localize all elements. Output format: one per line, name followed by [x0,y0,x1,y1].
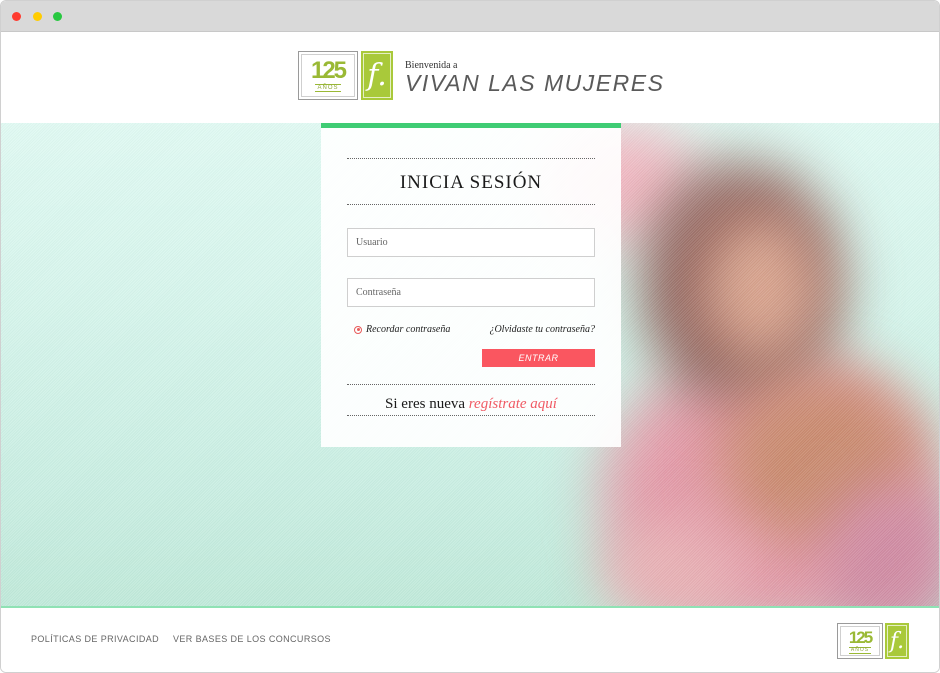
window-maximize-icon[interactable] [53,12,62,21]
login-title: INICIA SESIÓN [399,172,543,193]
submit-button[interactable]: ENTRAR [482,349,595,367]
site-footer: POLÍTICAS DE PRIVACIDAD VER BASES DE LOS… [1,606,939,672]
site-header: 125 AÑOS f. Bienvenida a VIVAN LAS MUJER… [1,32,939,123]
anniversary-logo-frame: 125 AÑOS [301,54,355,97]
radio-dot [356,328,360,331]
footer-anniversary-number: 125 [848,627,873,647]
username-input[interactable] [347,228,595,257]
title-bar [1,1,939,32]
footer-f-logo[interactable]: f. [885,623,909,659]
divider [347,384,595,385]
register-prefix: Si eres nueva [385,396,466,412]
password-input[interactable] [347,278,595,307]
forgot-password-link[interactable]: ¿Olvidaste tu contraseña? [489,324,595,335]
footer-anniversary-logo-frame: 125 AÑOS [840,626,880,656]
brand-f-logo[interactable]: f. [361,51,393,100]
privacy-link[interactable]: POLÍTICAS DE PRIVACIDAD [31,634,159,644]
browser-window: 125 AÑOS f. Bienvenida a VIVAN LAS MUJER… [0,0,940,673]
remember-password[interactable]: Recordar contraseña [354,324,450,335]
divider [347,415,595,416]
window-minimize-icon[interactable] [33,12,42,21]
window-close-icon[interactable] [12,12,21,21]
contests-link[interactable]: VER BASES DE LOS CONCURSOS [173,634,331,644]
register-line: Si eres nueva regístrate aquí [321,396,621,413]
anniversary-number: 125 [310,57,347,84]
footer-f-logo-frame [887,625,907,657]
footer-anniversary-years: AÑOS [848,646,872,654]
anniversary-years: AÑOS [315,84,341,92]
brand-f-logo-frame [363,53,391,98]
anniversary-logo[interactable]: 125 AÑOS [298,51,358,100]
divider [347,158,595,159]
register-link[interactable]: regístrate aquí [469,396,557,412]
radio-icon[interactable] [354,325,362,334]
brand-title: VIVAN LAS MUJERES [405,70,665,96]
login-panel: INICIA SESIÓN Recordar contraseña ¿Olvid… [321,123,621,447]
remember-label: Recordar contraseña [366,324,451,335]
divider [347,204,595,205]
footer-anniversary-logo[interactable]: 125 AÑOS [837,623,883,659]
